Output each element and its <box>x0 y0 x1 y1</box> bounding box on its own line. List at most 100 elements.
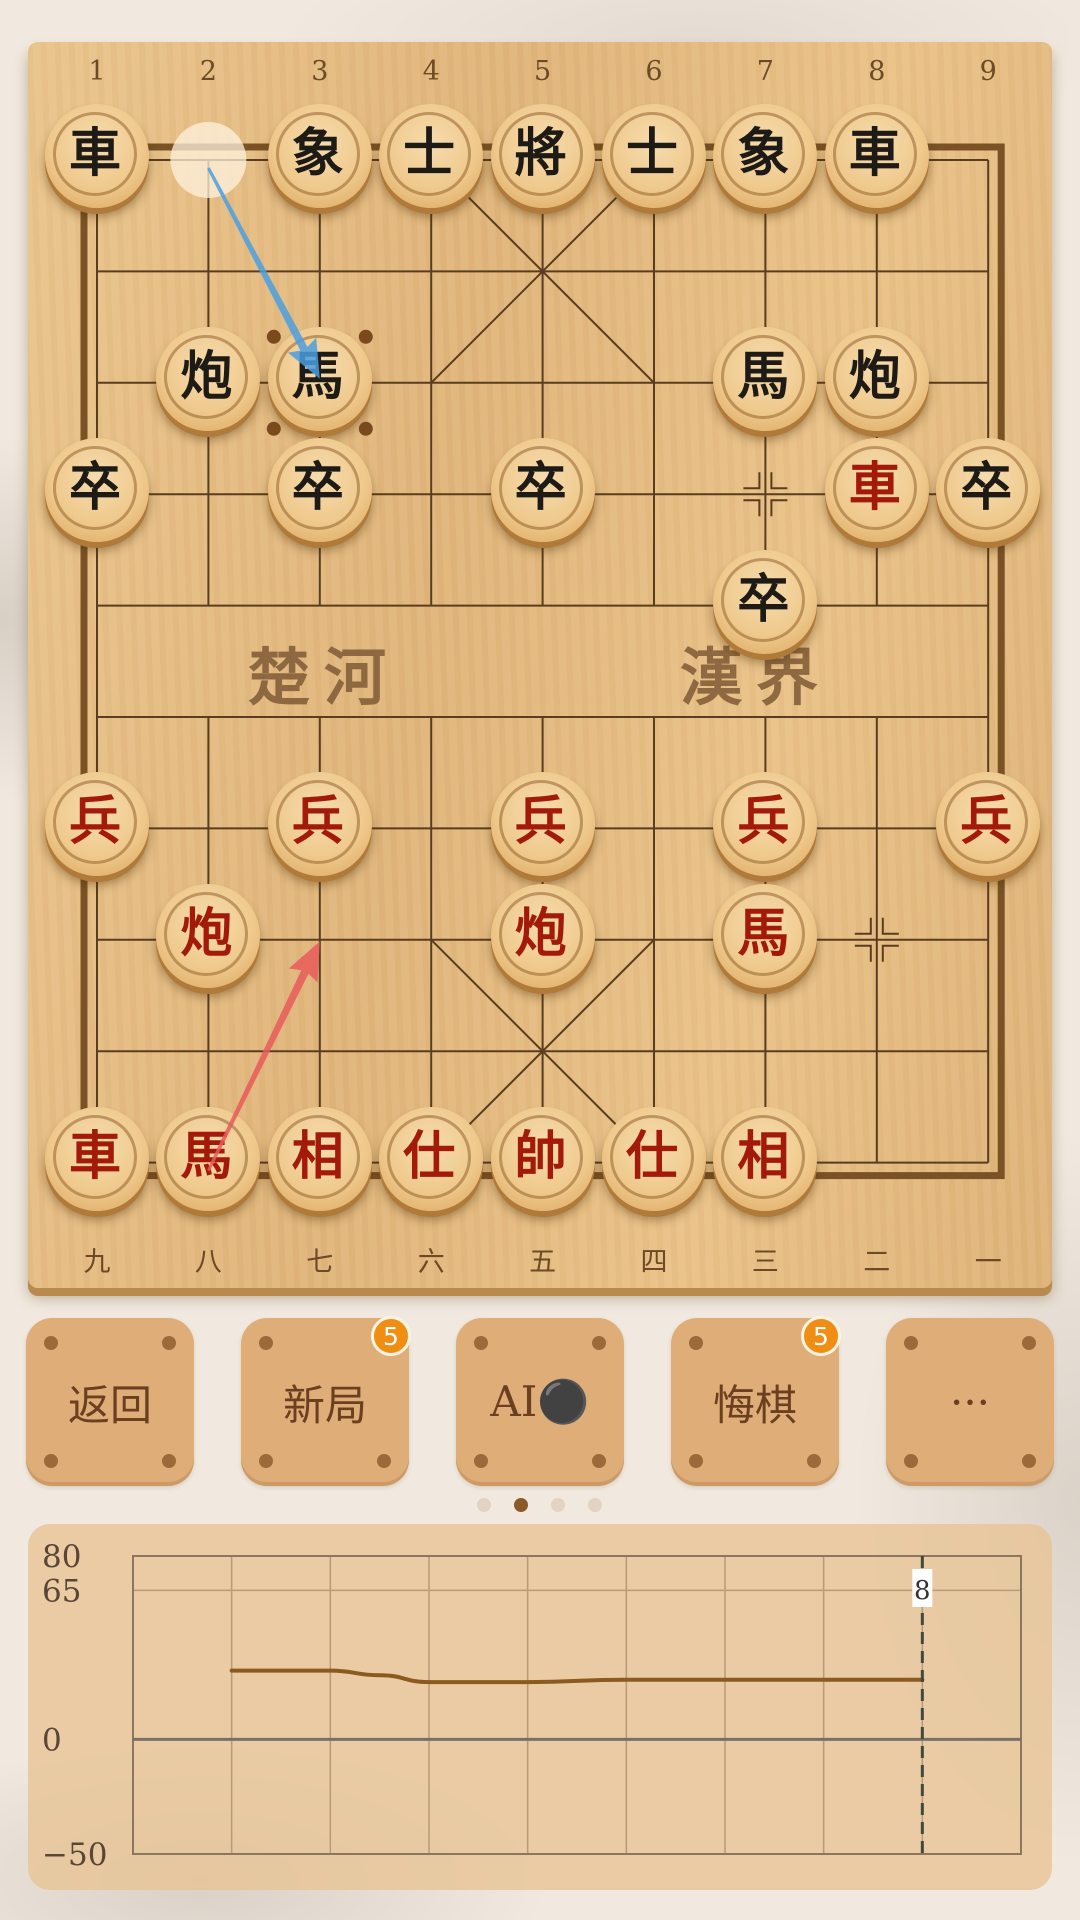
red-piece[interactable]: 兵 <box>490 772 595 877</box>
new-game-button[interactable]: 新局 5 <box>241 1316 411 1486</box>
piece-glyph: 士 <box>387 112 472 196</box>
red-piece[interactable]: 兵 <box>45 772 149 877</box>
red-piece[interactable]: 兵 <box>267 772 372 877</box>
new-game-badge: 5 <box>371 1316 411 1356</box>
piece-glyph: 炮 <box>164 891 249 976</box>
piece-glyph: 車 <box>53 112 137 196</box>
black-piece[interactable]: 象 <box>713 104 818 208</box>
file-label-bottom: 七 <box>306 1247 334 1278</box>
piece-glyph: 馬 <box>275 334 360 419</box>
undo-button[interactable]: 悔棋 5 <box>671 1316 841 1486</box>
y-tick-label: 80 <box>42 1539 81 1575</box>
file-label-bottom: 八 <box>194 1247 222 1278</box>
river-left-label: 楚河 <box>248 641 401 714</box>
red-piece[interactable]: 仕 <box>379 1106 484 1211</box>
black-piece[interactable]: 士 <box>379 104 484 208</box>
black-piece[interactable]: 卒 <box>267 438 372 543</box>
file-label-top: 6 <box>645 56 663 87</box>
new-game-button-label: 新局 <box>282 1380 367 1430</box>
evaluation-chart[interactable]: 8065 0 −50 8 <box>28 1524 1052 1890</box>
undo-button-label: 悔棋 <box>712 1380 797 1430</box>
file-label-bottom: 五 <box>529 1247 557 1278</box>
file-label-bottom: 六 <box>417 1247 445 1278</box>
file-label-bottom: 二 <box>863 1247 891 1278</box>
piece-glyph: 兵 <box>721 780 806 865</box>
y-tick-label: −50 <box>42 1837 107 1873</box>
piece-glyph: 車 <box>832 446 917 531</box>
piece-glyph: 象 <box>275 112 360 196</box>
red-piece[interactable]: 帥 <box>490 1106 595 1211</box>
piece-glyph: 相 <box>275 1114 360 1199</box>
more-button[interactable]: ··· <box>886 1318 1054 1486</box>
piece-glyph: 卒 <box>721 557 806 642</box>
page-dot[interactable] <box>477 1498 491 1512</box>
position-marker <box>770 499 788 517</box>
black-piece[interactable]: 士 <box>602 104 706 208</box>
file-label-bottom: 九 <box>83 1247 111 1278</box>
position-marker <box>881 944 899 962</box>
back-button[interactable]: 返回 <box>26 1318 194 1486</box>
y-tick-label: 0 <box>42 1722 62 1758</box>
xiangqi-board[interactable]: 123456789 九八七六五四三二一 楚河 漢界 車象士將士象車炮馬馬炮卒卒卒… <box>28 42 1052 1288</box>
page-dot[interactable] <box>551 1498 565 1512</box>
current-move-label: 8 <box>914 1576 931 1606</box>
piece-glyph: 炮 <box>164 334 249 419</box>
black-piece[interactable]: 炮 <box>824 326 929 431</box>
black-piece[interactable]: 車 <box>824 104 929 208</box>
red-piece[interactable]: 兵 <box>936 772 1041 877</box>
black-piece[interactable]: 馬 <box>267 326 372 431</box>
piece-glyph: 車 <box>53 1114 137 1199</box>
file-label-top: 2 <box>199 56 217 87</box>
file-label-top: 4 <box>422 56 440 87</box>
ai-button[interactable]: AI⚫ <box>456 1318 624 1486</box>
red-piece[interactable]: 馬 <box>713 883 818 988</box>
black-piece[interactable]: 卒 <box>490 438 595 543</box>
red-piece[interactable]: 相 <box>713 1106 818 1211</box>
black-piece[interactable]: 車 <box>45 104 149 208</box>
ai-button-label: AI⚫ <box>490 1377 590 1426</box>
chart-frame <box>132 1555 1022 1855</box>
more-button-label: ··· <box>949 1377 991 1427</box>
piece-glyph: 兵 <box>53 780 137 865</box>
page-dot[interactable] <box>514 1498 528 1512</box>
black-piece[interactable]: 炮 <box>156 326 261 431</box>
file-label-top: 8 <box>868 56 886 87</box>
black-piece[interactable]: 卒 <box>936 438 1041 543</box>
red-piece[interactable]: 炮 <box>490 883 595 988</box>
piece-glyph: 卒 <box>53 446 137 531</box>
file-label-top: 5 <box>534 56 552 87</box>
black-piece[interactable]: 將 <box>490 104 595 208</box>
black-piece[interactable]: 車 <box>824 438 929 543</box>
piece-glyph: 馬 <box>721 891 806 976</box>
black-piece[interactable]: 卒 <box>713 549 818 654</box>
red-piece[interactable]: 車 <box>45 1106 149 1211</box>
position-marker <box>743 472 761 490</box>
black-piece[interactable]: 卒 <box>45 438 149 543</box>
piece-glyph: 馬 <box>721 334 806 419</box>
board-grid <box>80 122 1005 1180</box>
piece-glyph: 卒 <box>275 446 360 531</box>
red-piece[interactable]: 馬 <box>156 1106 261 1211</box>
file-label-bottom: 三 <box>751 1247 779 1278</box>
file-label-top: 9 <box>979 56 997 87</box>
position-marker <box>743 499 761 517</box>
red-piece[interactable]: 炮 <box>156 883 261 988</box>
piece-glyph: 仕 <box>387 1114 472 1199</box>
black-piece[interactable]: 象 <box>267 104 372 208</box>
file-label-bottom: 一 <box>974 1247 1002 1278</box>
piece-glyph: 炮 <box>832 334 917 419</box>
black-piece[interactable]: 馬 <box>713 326 818 431</box>
piece-glyph: 帥 <box>498 1114 583 1199</box>
file-label-bottom: 四 <box>640 1247 668 1278</box>
red-piece[interactable]: 相 <box>267 1106 372 1211</box>
y-tick-label: 65 <box>42 1573 81 1609</box>
red-piece[interactable]: 仕 <box>602 1106 706 1211</box>
piece-glyph: 士 <box>610 112 694 196</box>
piece-glyph: 車 <box>832 112 917 196</box>
position-marker <box>881 917 899 935</box>
page-dot[interactable] <box>588 1498 602 1512</box>
evaluation-chart-panel: 80 65 0 −50 8 <box>28 1524 1052 1890</box>
piece-glyph: 卒 <box>944 446 1029 531</box>
file-label-top: 3 <box>311 56 329 87</box>
move-origin-marker <box>170 122 247 198</box>
